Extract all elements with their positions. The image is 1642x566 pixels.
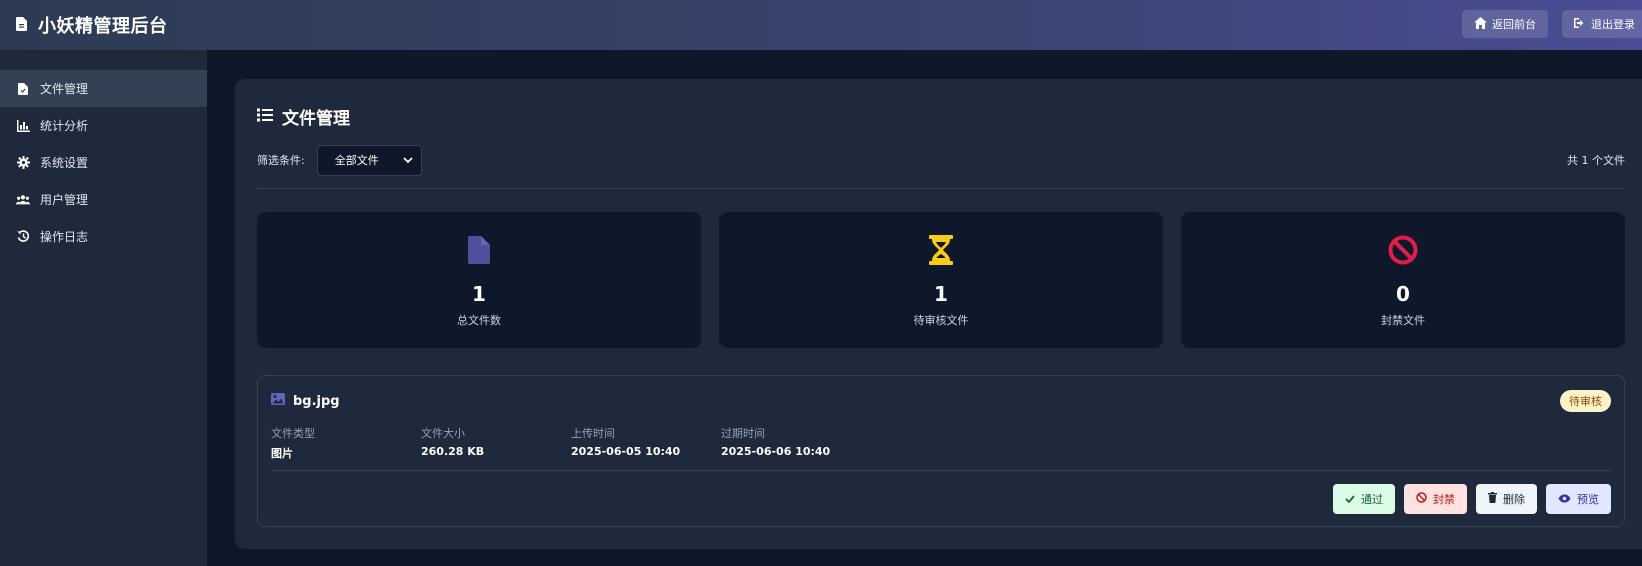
stat-label: 封禁文件 <box>1381 314 1425 327</box>
meta-upload-time: 上传时间 2025-06-05 10:40 <box>571 425 721 461</box>
meta-value: 2025-06-05 10:40 <box>571 445 681 458</box>
approve-button-label: 通过 <box>1361 493 1383 506</box>
delete-button[interactable]: 删除 <box>1476 484 1537 514</box>
meta-label: 上传时间 <box>571 427 615 440</box>
sidebar-item-users[interactable]: 用户管理 <box>0 181 207 218</box>
meta-type: 文件类型 图片 <box>271 425 421 461</box>
sidebar-item-stats[interactable]: 统计分析 <box>0 107 207 144</box>
brand: 小妖精管理后台 <box>16 12 168 38</box>
divider <box>257 188 1625 189</box>
sidebar-item-label: 操作日志 <box>40 230 89 244</box>
preview-button-label: 预览 <box>1577 493 1599 506</box>
sidebar-item-label: 用户管理 <box>40 193 89 207</box>
app-title: 小妖精管理后台 <box>38 16 168 37</box>
divider <box>271 470 1611 471</box>
image-icon <box>271 393 285 409</box>
file-count: 共 1 个文件 <box>1567 154 1625 167</box>
trash-icon <box>1488 492 1497 506</box>
sidebar-item-logs[interactable]: 操作日志 <box>0 218 207 255</box>
file-card: bg.jpg 待审核 文件类型 图片 文件大小 260.28 KB 上传时间 2… <box>257 375 1625 527</box>
meta-label: 过期时间 <box>721 427 765 440</box>
list-icon <box>257 107 273 127</box>
stat-card-banned: 0 封禁文件 <box>1181 212 1625 348</box>
stat-value: 0 <box>1396 282 1410 306</box>
meta-size: 文件大小 260.28 KB <box>421 425 571 461</box>
home-icon <box>1474 16 1487 32</box>
sidebar-item-label: 统计分析 <box>40 119 89 133</box>
document-icon <box>16 16 28 35</box>
logout-button[interactable]: 退出登录 <box>1562 10 1642 38</box>
meta-value: 260.28 KB <box>421 445 485 458</box>
gear-icon <box>16 156 30 170</box>
stat-card-total: 1 总文件数 <box>257 212 701 348</box>
check-icon <box>1345 493 1355 506</box>
ban-icon <box>1388 234 1418 266</box>
hourglass-icon <box>929 234 953 266</box>
file-meta: 文件类型 图片 文件大小 260.28 KB 上传时间 2025-06-05 1… <box>271 425 871 461</box>
filter-label: 筛选条件: <box>257 154 305 167</box>
sidebar-item-label: 文件管理 <box>40 82 89 96</box>
meta-label: 文件类型 <box>271 427 315 440</box>
chevron-down-icon <box>403 154 413 167</box>
filter-select-value: 全部文件 <box>334 154 379 167</box>
sidebar: 文件管理 统计分析 系统设置 用户管理 操作日志 <box>0 50 207 566</box>
file-icon <box>16 82 30 96</box>
users-icon <box>16 193 30 207</box>
delete-button-label: 删除 <box>1503 493 1525 506</box>
home-button[interactable]: 返回前台 <box>1462 10 1548 38</box>
approve-button[interactable]: 通过 <box>1333 484 1395 514</box>
file-icon <box>468 234 490 266</box>
logout-icon <box>1574 17 1586 32</box>
stat-value: 1 <box>934 282 948 306</box>
ban-button-label: 封禁 <box>1433 493 1455 506</box>
top-header: 小妖精管理后台 返回前台 退出登录 <box>0 0 1642 50</box>
stat-card-pending: 1 待审核文件 <box>719 212 1163 348</box>
eye-icon <box>1558 493 1571 506</box>
stats-row: 1 总文件数 1 待审核文件 0 封禁文件 <box>257 212 1625 348</box>
logout-button-label: 退出登录 <box>1591 18 1635 31</box>
filter-row: 筛选条件: 全部文件 共 1 个文件 <box>257 144 1625 176</box>
history-icon <box>16 230 30 244</box>
ban-icon <box>1416 492 1427 506</box>
chart-icon <box>16 119 30 133</box>
sidebar-item-files[interactable]: 文件管理 <box>0 70 207 107</box>
stat-label: 待审核文件 <box>913 314 969 327</box>
file-name-text: bg.jpg <box>293 393 340 409</box>
file-name: bg.jpg <box>271 393 340 409</box>
home-button-label: 返回前台 <box>1492 18 1536 31</box>
filter-select[interactable]: 全部文件 <box>316 144 422 176</box>
meta-value: 图片 <box>271 447 293 460</box>
stat-value: 1 <box>472 282 486 306</box>
sidebar-item-settings[interactable]: 系统设置 <box>0 144 207 181</box>
ban-button[interactable]: 封禁 <box>1404 484 1467 514</box>
preview-button[interactable]: 预览 <box>1546 484 1611 514</box>
meta-expire-time: 过期时间 2025-06-06 10:40 <box>721 425 871 461</box>
file-management-panel: 文件管理 筛选条件: 全部文件 共 1 个文件 1 总文件数 1 待审核文件 0… <box>235 79 1642 549</box>
page-title-text: 文件管理 <box>282 109 350 129</box>
sidebar-item-label: 系统设置 <box>40 156 89 170</box>
file-actions: 通过 封禁 删除 预览 <box>1333 484 1611 514</box>
status-badge: 待审核 <box>1560 390 1611 412</box>
meta-value: 2025-06-06 10:40 <box>721 445 831 458</box>
page-title: 文件管理 <box>257 104 350 129</box>
meta-label: 文件大小 <box>421 427 465 440</box>
stat-label: 总文件数 <box>457 314 501 327</box>
